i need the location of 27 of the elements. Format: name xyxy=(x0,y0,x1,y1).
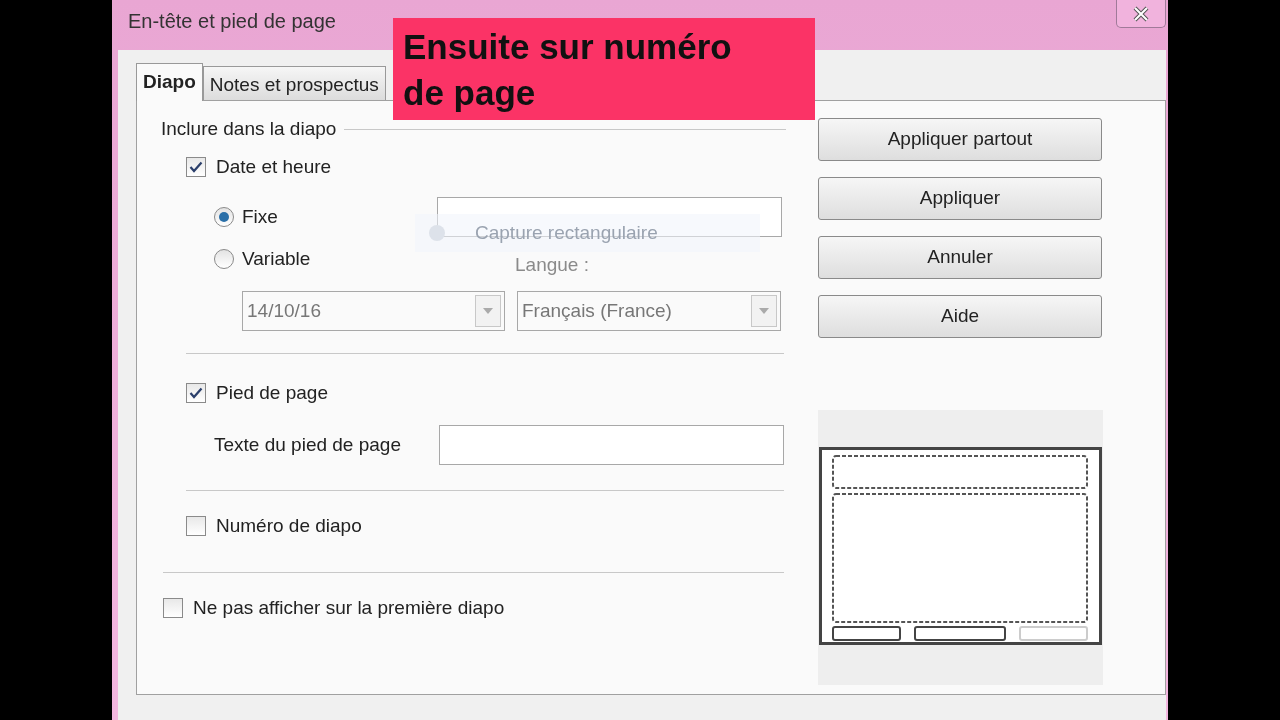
field-label: Texte du pied de page xyxy=(214,432,402,457)
checkbox[interactable] xyxy=(186,516,206,536)
checkbox[interactable] xyxy=(186,383,206,403)
dialog-button[interactable]: Annuler xyxy=(818,236,1102,279)
window-title: En-tête et pied de page xyxy=(128,10,336,32)
text-field[interactable] xyxy=(439,425,784,465)
radio-label: Variable xyxy=(242,246,312,271)
dialog-button[interactable]: Appliquer xyxy=(818,177,1102,220)
group-label: Inclure dans la diapo xyxy=(161,116,337,141)
dialog-button[interactable]: Aide xyxy=(818,295,1102,338)
tooltip-text: Capture rectangulaire xyxy=(475,220,658,245)
callout-text: Ensuite sur numéro de page xyxy=(393,18,815,120)
radio-button[interactable] xyxy=(214,249,234,269)
checkbox-label: Numéro de diapo xyxy=(216,513,362,538)
checkbox-label: Pied de page xyxy=(216,380,328,405)
checkbox[interactable] xyxy=(186,157,206,177)
tab[interactable]: Diapo xyxy=(136,63,203,101)
field-label: Langue : xyxy=(515,252,589,277)
checkbox-label: Date et heure xyxy=(216,154,332,179)
checkbox-label: Ne pas afficher sur la première diapo xyxy=(193,595,505,620)
radio-button[interactable] xyxy=(214,207,234,227)
close-button[interactable] xyxy=(1116,0,1166,28)
checkbox[interactable] xyxy=(163,598,183,618)
radio-label: Fixe xyxy=(242,204,279,229)
close-icon xyxy=(1132,5,1150,22)
tab[interactable]: Notes et prospectus xyxy=(202,66,386,100)
dialog-button[interactable]: Appliquer partout xyxy=(818,118,1102,161)
